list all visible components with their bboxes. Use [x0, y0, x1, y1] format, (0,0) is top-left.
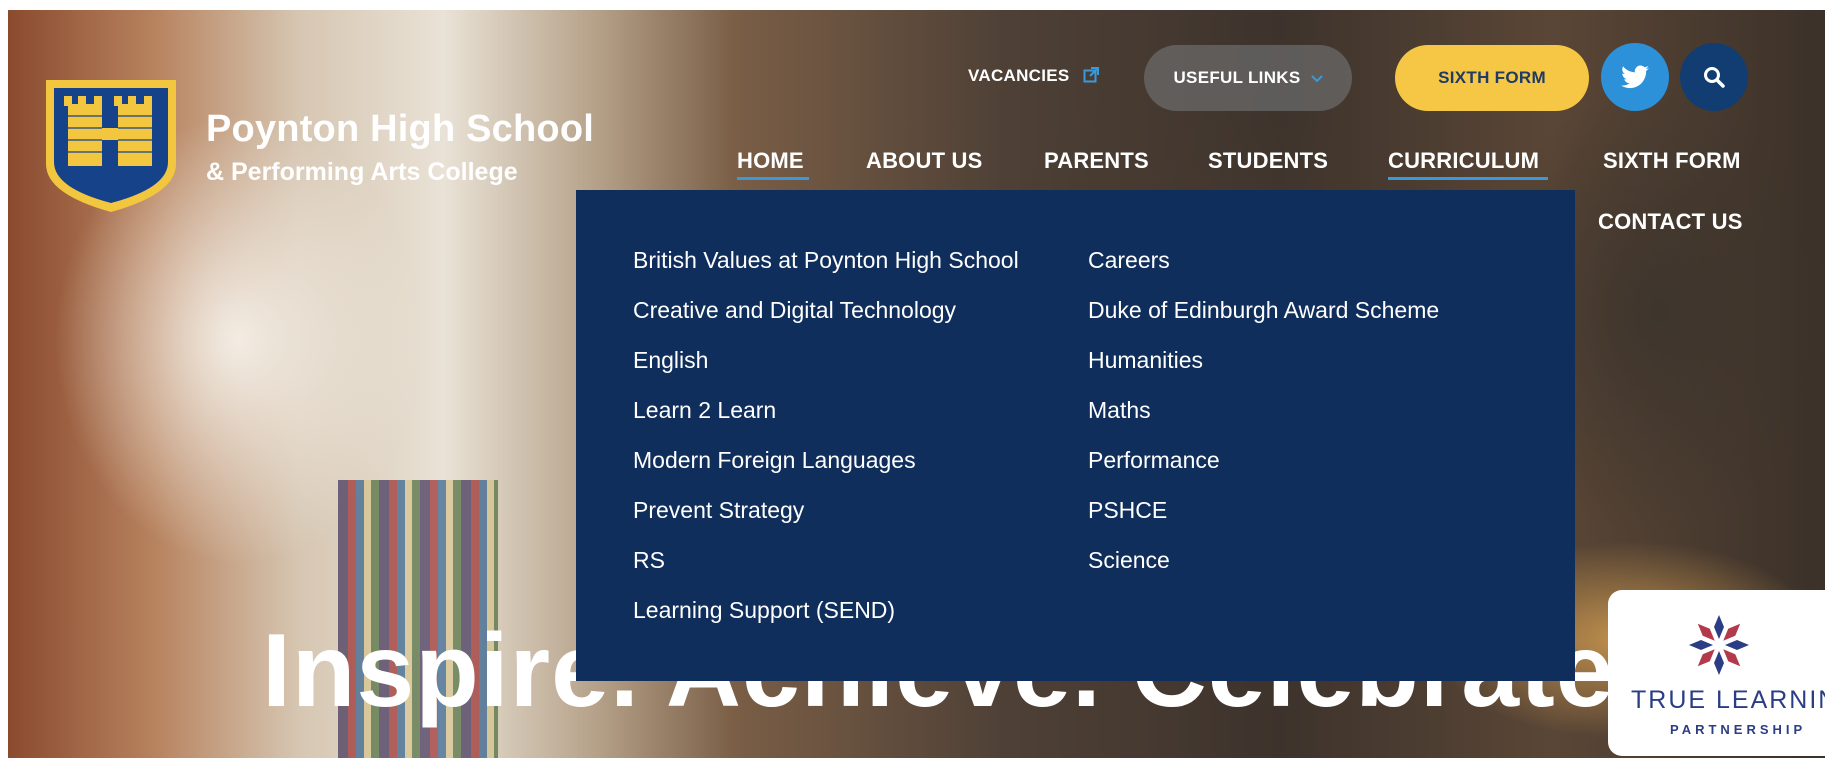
- nav-curriculum-underline: [1388, 177, 1548, 180]
- vacancies-link[interactable]: VACANCIES: [968, 66, 1099, 88]
- school-subtitle[interactable]: & Performing Arts College: [206, 158, 518, 187]
- nav-parents[interactable]: PARENTS: [1044, 148, 1149, 174]
- partner-title: TRUE LEARNIN: [1631, 686, 1825, 714]
- menu-item-careers[interactable]: Careers: [1088, 247, 1170, 274]
- sixth-form-label: SIXTH FORM: [1438, 68, 1546, 87]
- nav-contact-us[interactable]: CONTACT US: [1598, 209, 1743, 235]
- useful-links-button[interactable]: USEFUL LINKS: [1144, 45, 1352, 111]
- useful-links-label: USEFUL LINKS: [1173, 68, 1301, 87]
- menu-item-maths[interactable]: Maths: [1088, 397, 1151, 424]
- menu-item-duke-of-edinburgh[interactable]: Duke of Edinburgh Award Scheme: [1088, 297, 1439, 324]
- nav-students[interactable]: STUDENTS: [1208, 148, 1328, 174]
- school-name[interactable]: Poynton High School: [206, 108, 594, 151]
- menu-item-creative-digital-technology[interactable]: Creative and Digital Technology: [633, 297, 956, 324]
- nav-about-us[interactable]: ABOUT US: [866, 148, 983, 174]
- menu-item-learn-2-learn[interactable]: Learn 2 Learn: [633, 397, 776, 424]
- external-link-icon: [1083, 67, 1099, 88]
- menu-item-english[interactable]: English: [633, 347, 708, 374]
- menu-item-humanities[interactable]: Humanities: [1088, 347, 1203, 374]
- nav-curriculum[interactable]: CURRICULUM: [1388, 148, 1539, 174]
- search-icon: [1704, 67, 1725, 88]
- search-button[interactable]: [1680, 43, 1748, 111]
- menu-item-modern-foreign-languages[interactable]: Modern Foreign Languages: [633, 447, 916, 474]
- twitter-icon: [1621, 65, 1649, 89]
- partnership-logo-icon: [1689, 615, 1749, 675]
- crest-icon: [46, 80, 176, 212]
- vacancies-label: VACANCIES: [968, 66, 1070, 85]
- menu-item-rs[interactable]: RS: [633, 547, 665, 574]
- chevron-down-icon: [1310, 68, 1323, 88]
- menu-item-performance[interactable]: Performance: [1088, 447, 1220, 474]
- menu-item-pshce[interactable]: PSHCE: [1088, 497, 1167, 524]
- menu-item-science[interactable]: Science: [1088, 547, 1170, 574]
- partner-subtitle: PARTNERSHIP: [1670, 722, 1807, 737]
- curriculum-dropdown-menu: British Values at Poynton High School Cr…: [576, 190, 1575, 681]
- nav-home-underline: [737, 177, 809, 180]
- menu-item-prevent-strategy[interactable]: Prevent Strategy: [633, 497, 804, 524]
- school-crest-logo[interactable]: [40, 76, 182, 216]
- true-learning-partnership-badge[interactable]: TRUE LEARNIN PARTNERSHIP: [1608, 590, 1825, 756]
- sixth-form-button[interactable]: SIXTH FORM: [1395, 45, 1589, 111]
- menu-item-learning-support[interactable]: Learning Support (SEND): [633, 597, 895, 624]
- nav-sixth-form[interactable]: SIXTH FORM: [1603, 148, 1741, 174]
- twitter-button[interactable]: [1601, 43, 1669, 111]
- nav-home[interactable]: HOME: [737, 148, 804, 174]
- menu-item-british-values[interactable]: British Values at Poynton High School: [633, 247, 1019, 274]
